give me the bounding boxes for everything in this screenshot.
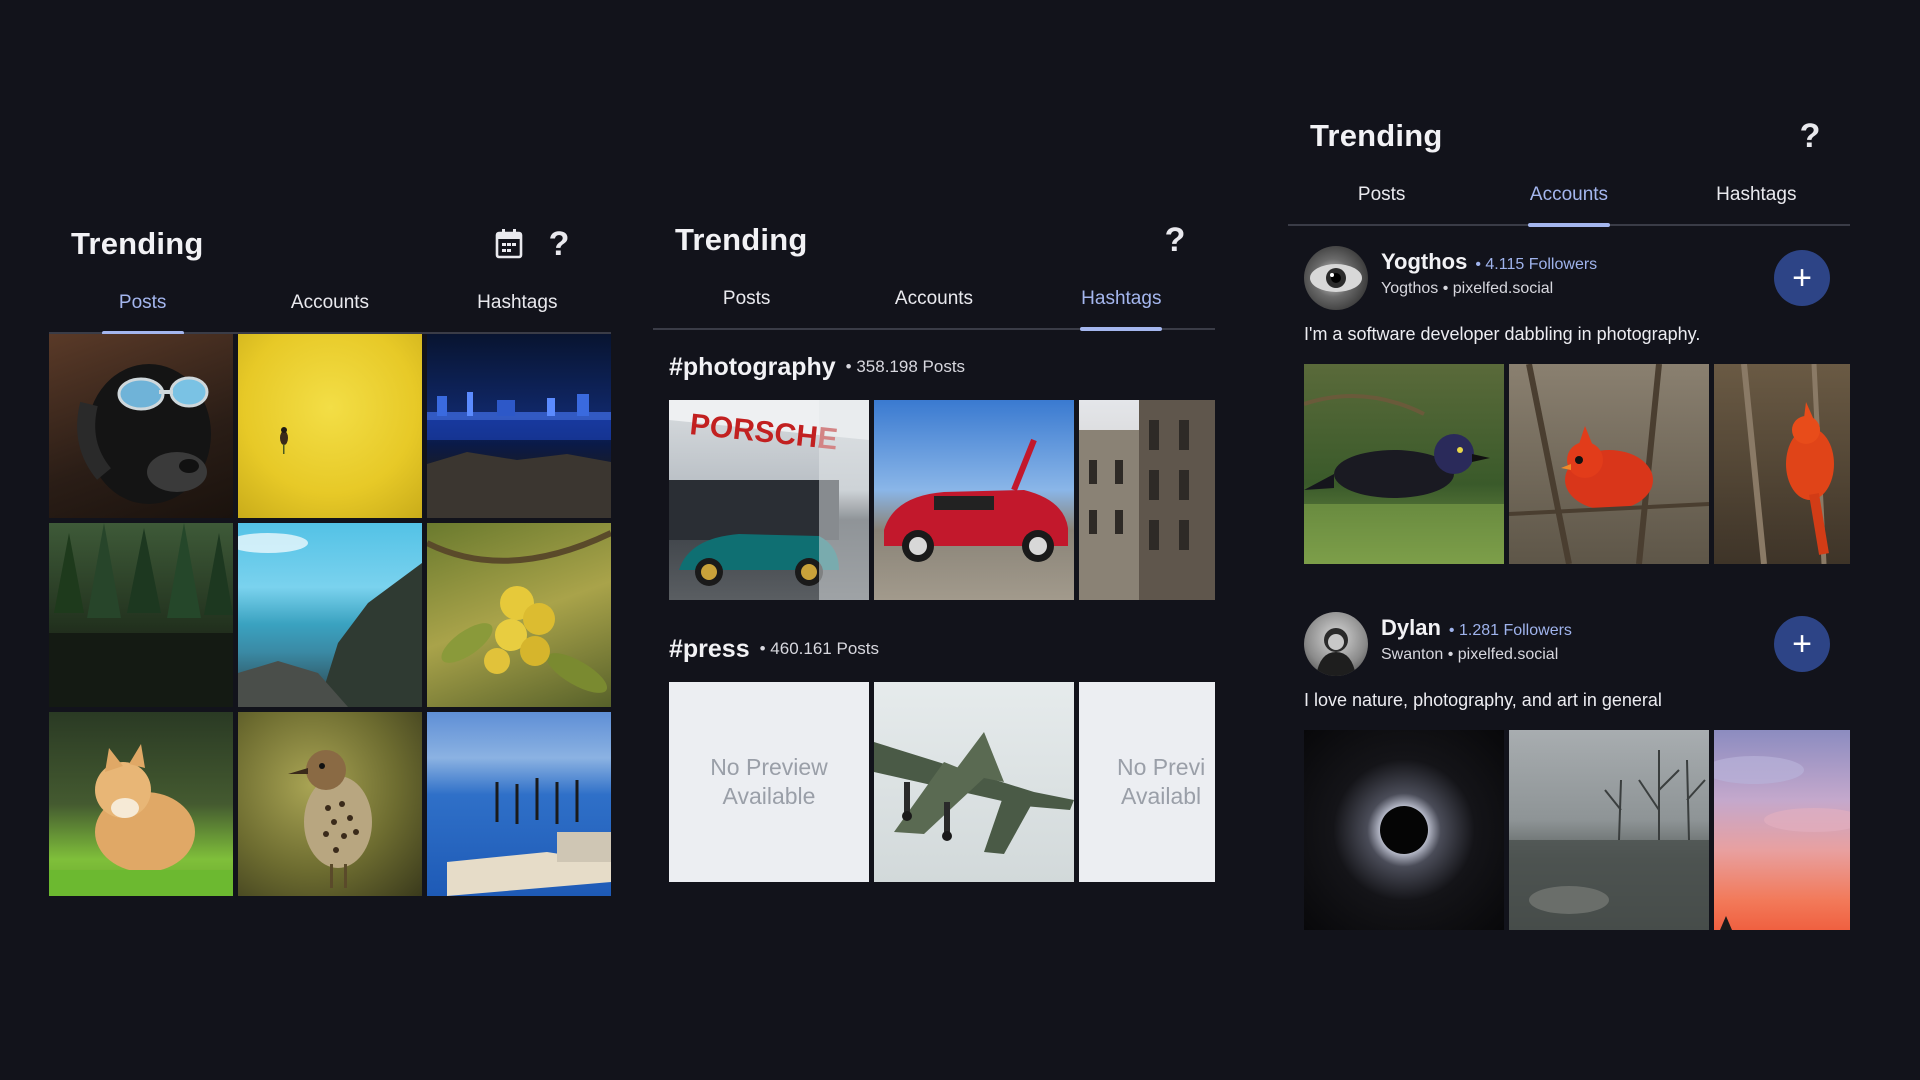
no-preview-placeholder[interactable]: No Previ Availabl <box>1079 682 1215 882</box>
account-thumbnail-cardinal-2[interactable] <box>1714 364 1850 564</box>
hashtag-image-row: PORSCHE <box>669 400 1215 600</box>
hashtag-thumbnail-red-car[interactable] <box>874 400 1074 600</box>
no-preview-text-line: No Preview <box>710 754 828 780</box>
account-bio: I'm a software developer dabbling in pho… <box>1304 324 1701 344</box>
tab-posts[interactable]: Posts <box>49 282 236 335</box>
follow-button[interactable]: + <box>1774 616 1830 672</box>
hashtag-thumbnail-fighter-jet[interactable] <box>874 682 1074 882</box>
page-title: Trending <box>1310 118 1443 153</box>
account-card: Dylan • 1.281 Followers Swanton • pixelf… <box>1304 610 1850 930</box>
account-handle: Yogthos • pixelfed.social <box>1381 280 1554 297</box>
trending-hashtags-panel: Trending ? Posts Accounts Hashtags #phot… <box>653 208 1215 882</box>
tab-hashtags[interactable]: Hashtags <box>1663 174 1850 224</box>
tab-bar: Posts Accounts Hashtags <box>653 278 1215 331</box>
account-thumbnail-sunset[interactable] <box>1714 730 1850 930</box>
hashtag-header[interactable]: #photography • 358.198 Posts <box>669 346 1215 388</box>
panel-header: Trending ? <box>653 208 1215 278</box>
posts-grid <box>49 334 611 896</box>
hashtag-name[interactable]: #photography <box>669 353 836 382</box>
hashtag-thumbnail-cathedral[interactable] <box>1079 400 1215 600</box>
no-preview-text-line: Available <box>722 783 816 809</box>
account-name[interactable]: Yogthos <box>1381 249 1467 275</box>
tab-posts[interactable]: Posts <box>653 278 840 328</box>
account-image-row <box>1304 364 1850 564</box>
account-name-line: Yogthos • 4.115 Followers <box>1381 249 1597 275</box>
tab-bar: Posts Accounts Hashtags <box>49 282 611 335</box>
trending-posts-panel: Trending ? Posts Accounts Hashtags <box>49 212 611 896</box>
avatar[interactable] <box>1304 612 1368 676</box>
post-thumbnail-harbor[interactable] <box>427 712 611 896</box>
hashtag-section: #press • 460.161 Posts No Preview Availab… <box>669 628 1215 882</box>
post-thumbnail-coast[interactable] <box>238 523 422 707</box>
account-name[interactable]: Dylan <box>1381 615 1441 641</box>
tab-hashtags[interactable]: Hashtags <box>424 282 611 332</box>
hashtag-thumbnail-porsche[interactable]: PORSCHE <box>669 400 869 600</box>
account-handle: Swanton • pixelfed.social <box>1381 646 1559 663</box>
hashtag-image-row: No Preview Available No Previ Availabl <box>669 682 1215 882</box>
no-preview-placeholder[interactable]: No Preview Available <box>669 682 869 882</box>
tab-bar: Posts Accounts Hashtags <box>1288 174 1850 227</box>
account-header: Dylan • 1.281 Followers Swanton • pixelf… <box>1304 610 1850 682</box>
account-thumbnail-grackle[interactable] <box>1304 364 1504 564</box>
tab-posts[interactable]: Posts <box>1288 174 1475 224</box>
post-thumbnail-cat[interactable] <box>49 712 233 896</box>
tab-accounts[interactable]: Accounts <box>840 278 1027 328</box>
hashtag-section: #photography • 358.198 Posts PORSCHE <box>669 346 1215 600</box>
tab-hashtags[interactable]: Hashtags <box>1028 278 1215 331</box>
panel-header: Trending ? <box>1288 104 1850 174</box>
account-image-row <box>1304 730 1850 930</box>
help-icon[interactable]: ? <box>541 225 577 263</box>
account-name-line: Dylan • 1.281 Followers <box>1381 615 1572 641</box>
calendar-icon[interactable] <box>491 226 527 262</box>
hashtag-post-count: • 460.161 Posts <box>759 639 879 658</box>
post-thumbnail-city-night[interactable] <box>427 334 611 518</box>
follower-count: • 1.281 Followers <box>1448 622 1572 639</box>
trending-accounts-panel: Trending ? Posts Accounts Hashtags Yogth… <box>1288 104 1850 930</box>
account-thumbnail-misty-pond[interactable] <box>1509 730 1709 930</box>
post-thumbnail-forest[interactable] <box>49 523 233 707</box>
post-thumbnail-dog[interactable] <box>49 334 233 518</box>
no-preview-text-line: No Previ <box>1117 754 1206 780</box>
account-thumbnail-eclipse[interactable] <box>1304 730 1504 930</box>
account-thumbnail-cardinal[interactable] <box>1509 364 1709 564</box>
no-preview-text-line: Availabl <box>1121 783 1202 809</box>
hashtag-post-count: • 358.198 Posts <box>845 357 966 376</box>
account-bio: I love nature, photography, and art in g… <box>1304 690 1662 710</box>
page-title: Trending <box>71 226 204 261</box>
hashtag-header[interactable]: #press • 460.161 Posts <box>669 628 1215 670</box>
post-thumbnail-fruit[interactable] <box>427 523 611 707</box>
account-card: Yogthos • 4.115 Followers Yogthos • pixe… <box>1304 244 1850 564</box>
tab-accounts[interactable]: Accounts <box>1475 174 1662 227</box>
post-thumbnail-yellow-field[interactable] <box>238 334 422 518</box>
panel-header: Trending ? <box>49 212 611 282</box>
help-icon[interactable]: ? <box>1157 221 1193 259</box>
page-title: Trending <box>675 222 808 257</box>
help-icon[interactable]: ? <box>1792 117 1828 155</box>
follower-count: • 4.115 Followers <box>1475 256 1598 273</box>
hashtag-name[interactable]: #press <box>669 635 750 664</box>
account-header: Yogthos • 4.115 Followers Yogthos • pixe… <box>1304 244 1850 316</box>
post-thumbnail-thrush[interactable] <box>238 712 422 896</box>
follow-button[interactable]: + <box>1774 250 1830 306</box>
tab-accounts[interactable]: Accounts <box>236 282 423 332</box>
avatar[interactable] <box>1304 246 1368 310</box>
